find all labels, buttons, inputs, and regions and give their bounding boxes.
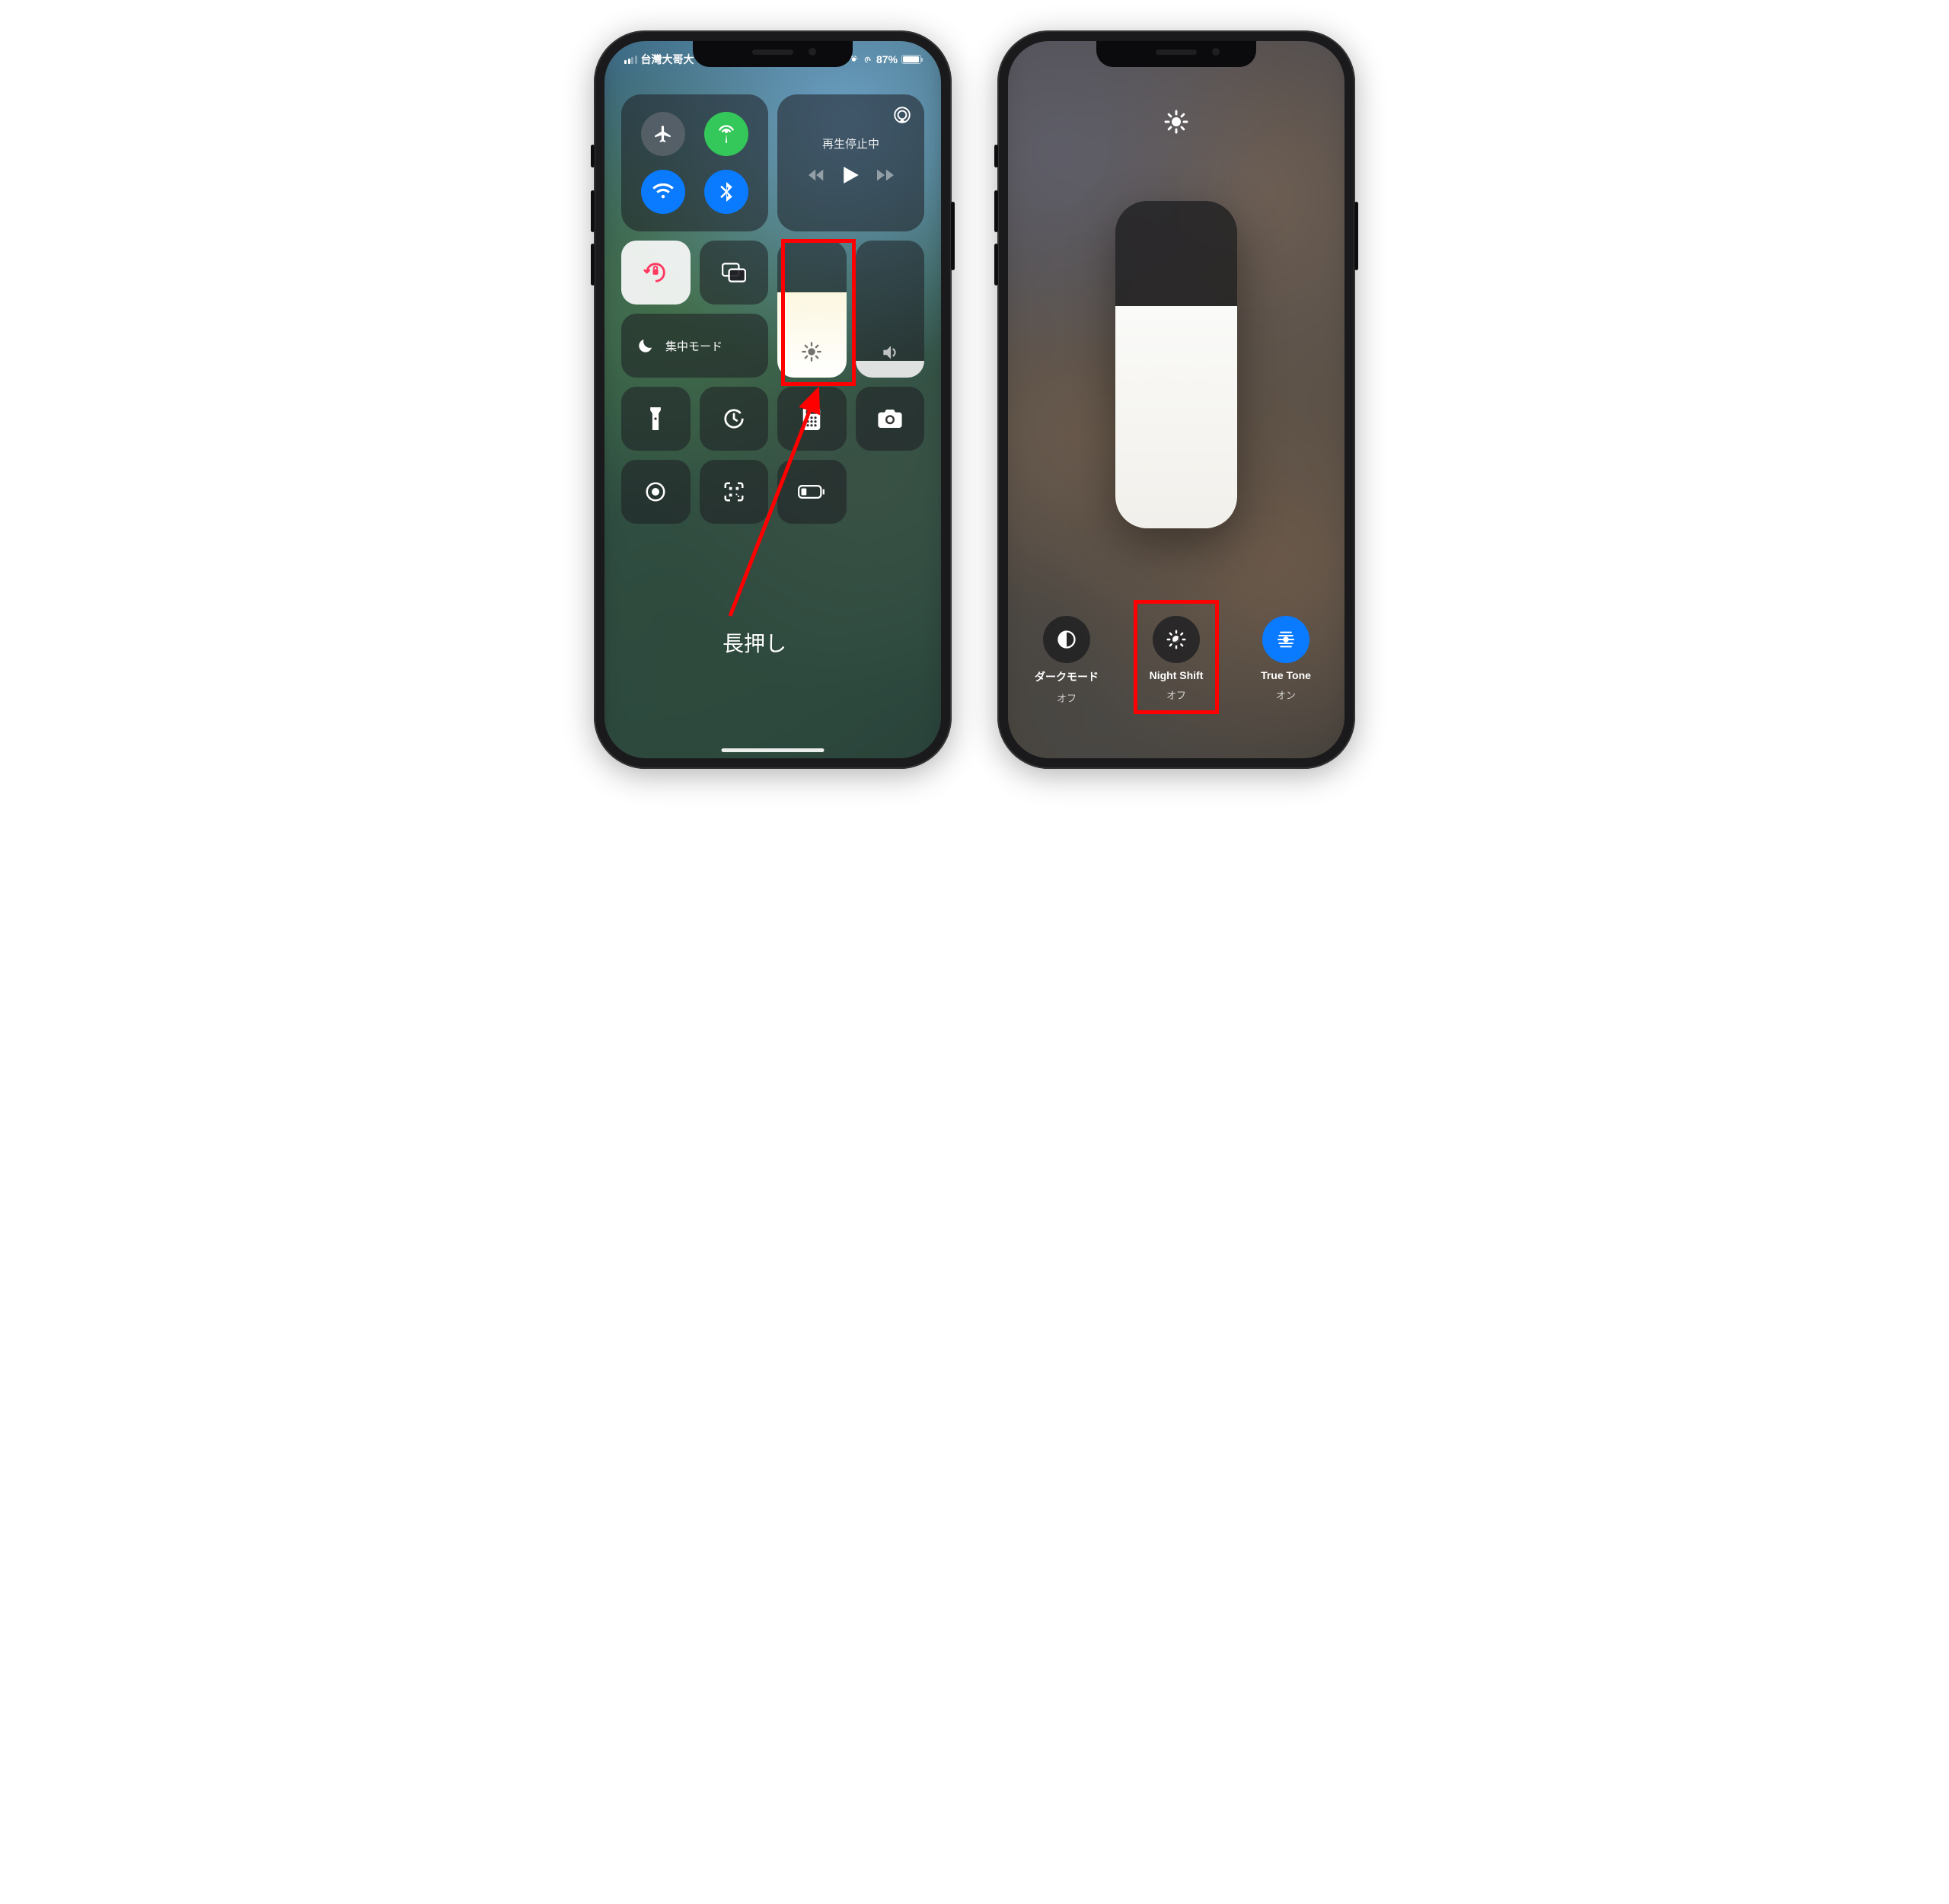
volume-slider[interactable]	[856, 241, 925, 378]
airplane-toggle[interactable]	[641, 112, 685, 156]
antenna-icon	[716, 123, 737, 145]
record-icon	[644, 480, 667, 503]
screen-mirroring-button[interactable]	[700, 241, 769, 305]
calculator-button[interactable]	[777, 387, 847, 451]
true-tone-icon	[1274, 628, 1297, 651]
annotation-label: 長押し	[723, 627, 786, 658]
rotation-lock-toggle[interactable]	[621, 241, 691, 305]
moon-icon	[636, 336, 655, 355]
camera-button[interactable]	[856, 387, 925, 451]
focus-button[interactable]: 集中モード	[621, 314, 768, 378]
bluetooth-icon	[720, 182, 732, 202]
timer-icon	[723, 407, 745, 430]
signal-icon	[624, 56, 637, 64]
flashlight-icon	[648, 407, 663, 430]
wifi-toggle[interactable]	[641, 170, 685, 214]
play-icon[interactable]	[844, 167, 859, 183]
rotation-lock-status-icon	[863, 55, 872, 65]
night-shift-label: Night Shift	[1150, 669, 1204, 681]
airplane-icon	[653, 124, 673, 144]
night-shift-state: オフ	[1166, 687, 1186, 702]
home-indicator[interactable]	[722, 748, 825, 752]
true-tone-option[interactable]: True Tone オン	[1245, 616, 1327, 705]
screen-control-center: 台灣大哥大 VPN 87%	[604, 41, 941, 758]
battery-icon	[901, 55, 921, 64]
flashlight-button[interactable]	[621, 387, 691, 451]
camera-icon	[878, 410, 902, 428]
media-module[interactable]: 再生停止中	[777, 94, 924, 231]
calculator-icon	[802, 407, 821, 430]
notch	[693, 41, 853, 67]
qr-icon	[723, 480, 745, 503]
screen-record-button[interactable]	[621, 460, 691, 524]
airplay-icon[interactable]	[892, 105, 912, 125]
night-shift-option[interactable]: Night Shift オフ	[1135, 616, 1217, 705]
qr-scan-button[interactable]	[700, 460, 769, 524]
brightness-header-icon	[1164, 110, 1188, 134]
phone-right: ダークモード オフ Night Shift オフ True Tone オン	[997, 30, 1355, 769]
rotation-lock-icon	[643, 260, 668, 285]
brightness-slider[interactable]	[777, 241, 847, 378]
low-power-button[interactable]	[777, 460, 847, 524]
prev-icon[interactable]	[809, 169, 825, 181]
cellular-toggle[interactable]	[704, 112, 748, 156]
next-icon[interactable]	[877, 169, 894, 181]
bluetooth-toggle[interactable]	[704, 170, 748, 214]
brightness-large-slider[interactable]	[1115, 201, 1237, 528]
focus-label: 集中モード	[665, 338, 723, 354]
dark-mode-icon	[1056, 629, 1077, 650]
sun-icon	[801, 341, 822, 362]
true-tone-label: True Tone	[1261, 669, 1311, 681]
battery-pct: 87%	[876, 53, 898, 65]
media-title: 再生停止中	[822, 136, 879, 151]
speaker-icon	[880, 343, 900, 362]
true-tone-state: オン	[1276, 687, 1296, 702]
mirroring-icon	[722, 263, 746, 282]
connectivity-module[interactable]	[621, 94, 768, 231]
dark-mode-option[interactable]: ダークモード オフ	[1026, 616, 1108, 705]
night-shift-icon	[1165, 628, 1188, 651]
battery-low-icon	[798, 484, 825, 499]
dark-mode-label: ダークモード	[1035, 669, 1099, 684]
dark-mode-state: オフ	[1057, 690, 1077, 705]
wifi-icon	[652, 183, 674, 200]
notch	[1096, 41, 1256, 67]
screen-brightness-detail: ダークモード オフ Night Shift オフ True Tone オン	[1008, 41, 1345, 758]
timer-button[interactable]	[700, 387, 769, 451]
phone-left: 台灣大哥大 VPN 87%	[594, 30, 952, 769]
carrier-label: 台灣大哥大	[641, 52, 694, 67]
